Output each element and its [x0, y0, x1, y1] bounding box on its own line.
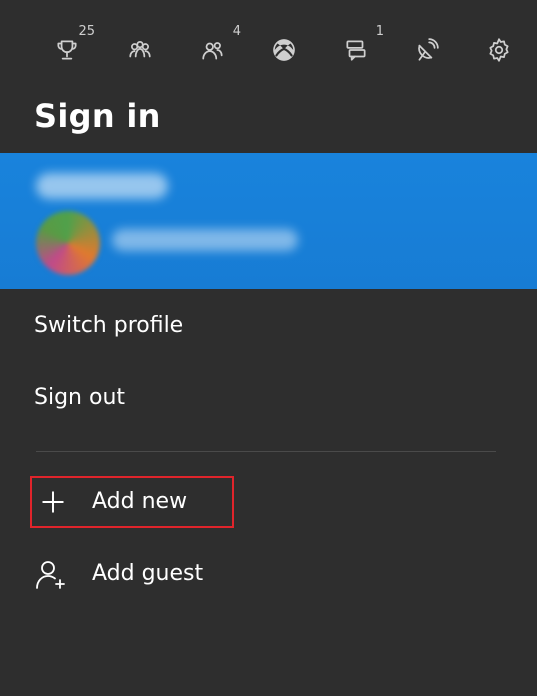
achievements-button[interactable]: 25	[47, 24, 95, 70]
current-profile-card[interactable]	[0, 153, 537, 289]
messages-icon	[346, 40, 366, 61]
party-button[interactable]: 4	[193, 24, 241, 70]
avatar	[36, 211, 100, 275]
guide-top-bar: 25 4 1	[0, 0, 537, 86]
sign-out-label: Sign out	[34, 385, 126, 410]
add-guest-button[interactable]: Add guest	[92, 561, 203, 586]
add-guest-icon[interactable]	[34, 558, 68, 592]
achievements-badge: 25	[78, 24, 95, 39]
xbox-icon	[273, 39, 295, 61]
add-new-label: Add new	[92, 489, 188, 514]
settings-button[interactable]	[479, 30, 519, 70]
messages-button[interactable]: 1	[336, 24, 384, 70]
broadcast-button[interactable]	[407, 30, 447, 70]
broadcast-icon	[418, 38, 439, 61]
sign-in-panel: 25 4 1 Sign in Switch profile Sign out A…	[0, 0, 537, 696]
party-badge: 4	[232, 24, 241, 39]
settings-icon	[489, 38, 509, 62]
party-icon	[202, 42, 223, 60]
switch-profile-label: Switch profile	[34, 313, 184, 338]
switch-profile-button[interactable]: Switch profile	[34, 313, 183, 338]
page-title: Sign in	[34, 97, 161, 135]
plus-icon	[42, 491, 64, 513]
messages-badge: 1	[375, 24, 384, 39]
friends-button[interactable]	[120, 30, 160, 70]
profile-name-blurred	[36, 173, 168, 199]
friends-icon	[129, 41, 151, 58]
menu-divider	[36, 451, 496, 452]
profile-gamertag-blurred	[112, 229, 298, 251]
xbox-home-button[interactable]	[264, 30, 304, 70]
sign-out-button[interactable]: Sign out	[34, 385, 125, 410]
trophy-icon	[57, 40, 77, 60]
add-new-button[interactable]: Add new	[30, 476, 234, 528]
